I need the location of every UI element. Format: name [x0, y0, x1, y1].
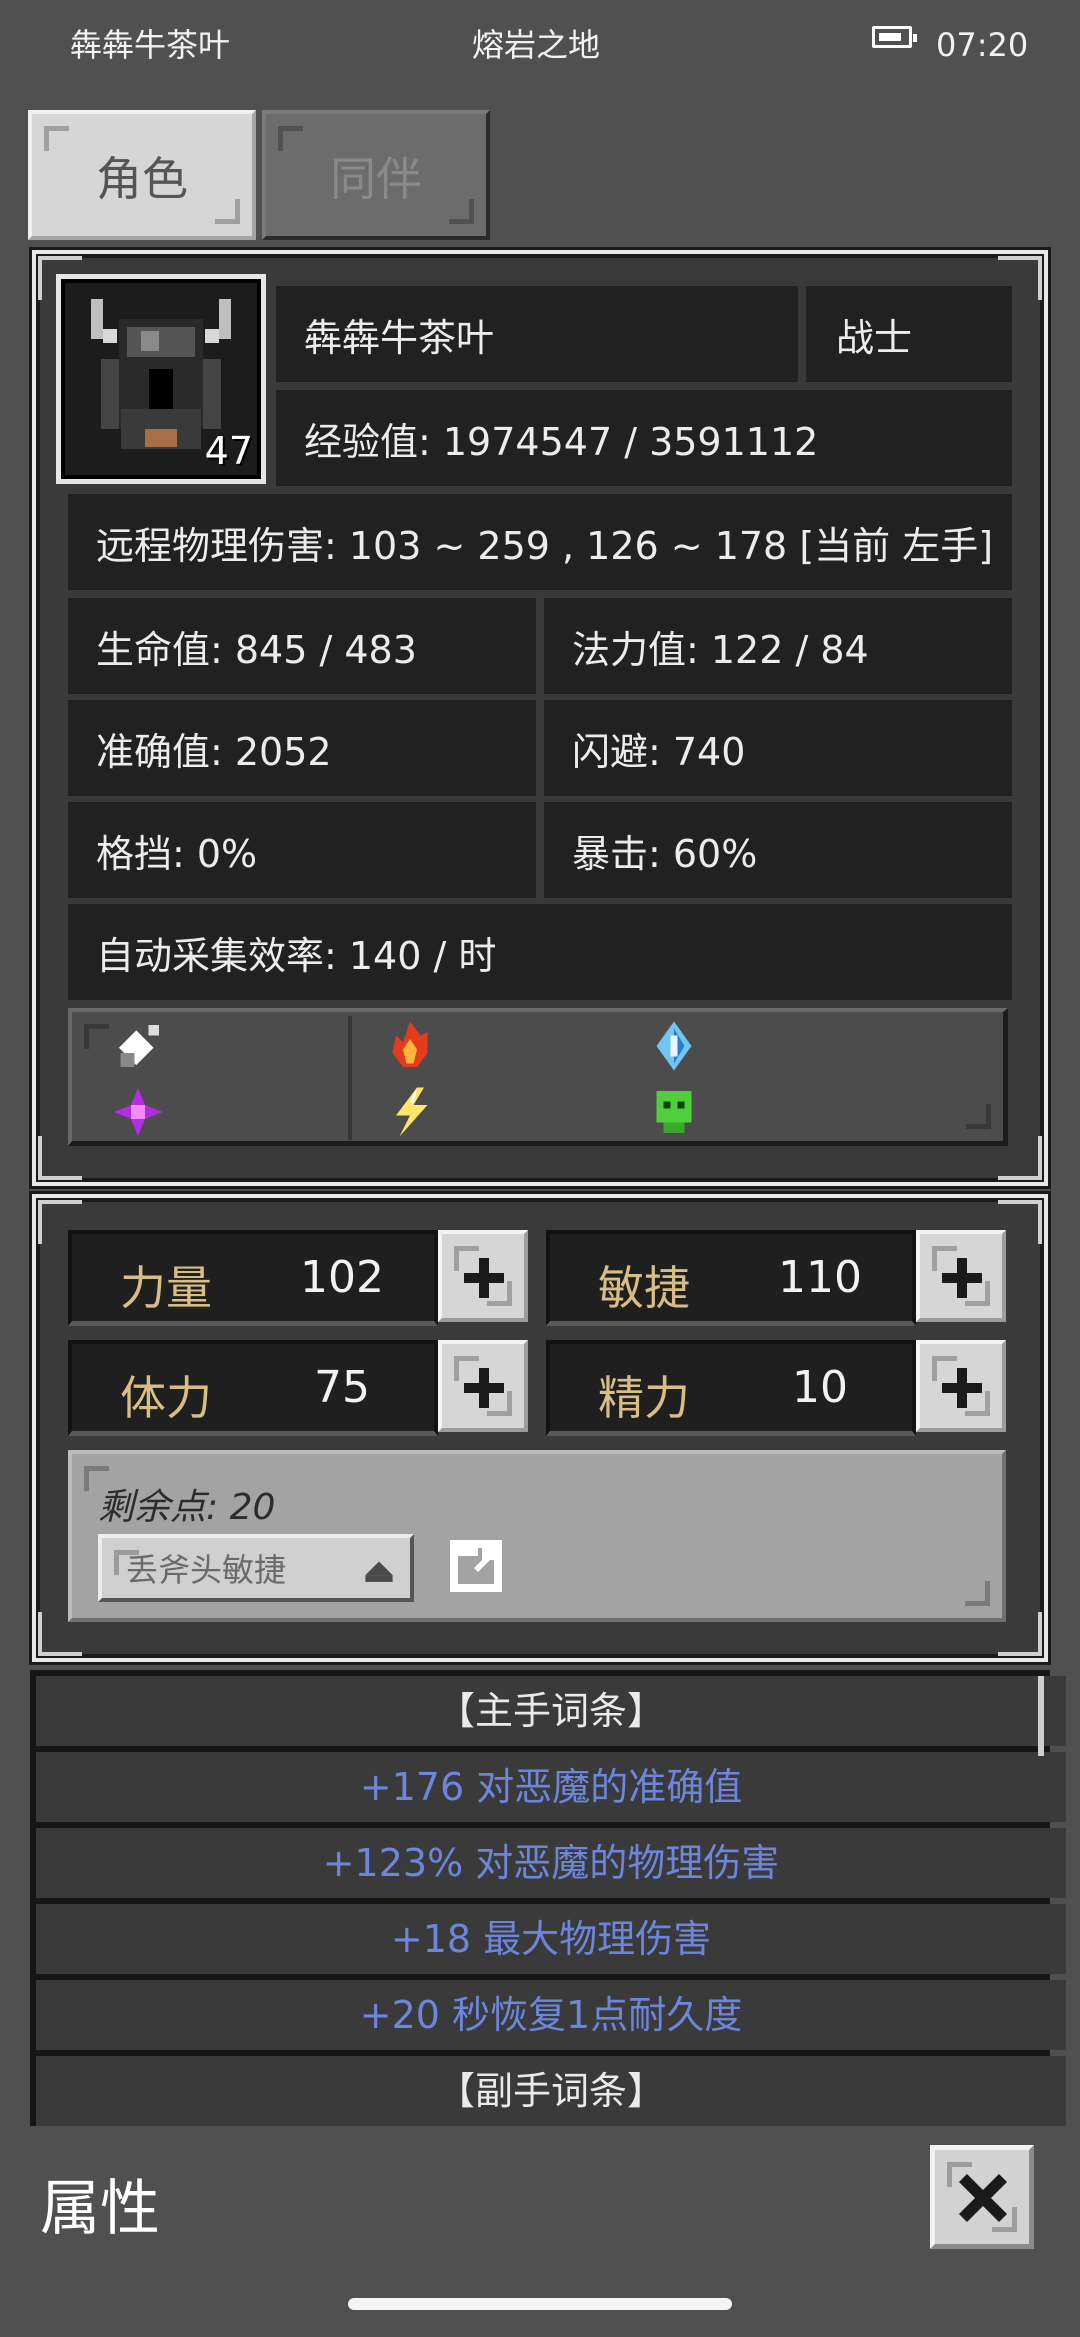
scrollbar[interactable] — [1038, 1676, 1044, 1756]
status-character-name: 犇犇牛茶叶 — [70, 26, 231, 64]
lightning-icon — [396, 1087, 428, 1137]
list-item: +176 对恶魔的准确值 — [36, 1752, 1066, 1822]
close-icon — [959, 2174, 1007, 2222]
block-value: 格挡: 0% — [68, 802, 536, 898]
poison-skull-icon — [656, 1091, 692, 1133]
add-strength-button[interactable] — [438, 1230, 528, 1322]
tab-character[interactable]: 角色 — [28, 110, 256, 240]
affix-list[interactable]: 【主手词条】 +176 对恶魔的准确值 +123% 对恶魔的物理伤害 +18 最… — [30, 1670, 1066, 2126]
battery-icon — [872, 26, 917, 48]
hp-value: 生命值: 845 / 483 — [68, 598, 536, 694]
stat-value: 75 — [314, 1362, 370, 1413]
stat-energy: 精力 10 — [546, 1340, 916, 1436]
ranged-damage: 远程物理伤害: 103 ~ 259 , 126 ~ 178 [当前 左手] — [68, 494, 1012, 590]
preset-dropdown[interactable]: 丢斧头敏捷 — [98, 1534, 414, 1602]
character-name: 犇犇牛茶叶 — [276, 286, 798, 382]
physical-sword-icon — [118, 1025, 159, 1067]
triangle-up-icon — [365, 1561, 393, 1582]
elemental-bar — [68, 1008, 1008, 1146]
home-indicator[interactable] — [348, 2298, 732, 2310]
accuracy-value: 准确值: 2052 — [68, 700, 536, 796]
list-item: +18 最大物理伤害 — [36, 1904, 1066, 1974]
mp-value: 法力值: 122 / 84 — [544, 598, 1012, 694]
page-title: 属性 — [40, 2174, 160, 2244]
preset-name: 丢斧头敏捷 — [126, 1551, 287, 1589]
gather-rate: 自动采集效率: 140 / 时 — [68, 904, 1012, 1000]
stat-value: 102 — [300, 1252, 384, 1303]
ice-icon — [656, 1021, 692, 1071]
list-item: +20 秒恢复1点耐久度 — [36, 1980, 1066, 2050]
add-energy-button[interactable] — [916, 1340, 1006, 1432]
tab-companion[interactable]: 同伴 — [262, 110, 490, 240]
status-location: 熔岩之地 — [472, 26, 601, 64]
close-button[interactable] — [930, 2145, 1034, 2249]
list-item: 【副手词条】 — [36, 2056, 1066, 2126]
stat-label: 敏捷 — [598, 1261, 690, 1315]
list-item: 【主手词条】 — [36, 1676, 1066, 1746]
arcane-icon — [113, 1087, 163, 1137]
add-agility-button[interactable] — [916, 1230, 1006, 1322]
stat-value: 10 — [792, 1362, 848, 1413]
remaining-points-panel: 剩余点: 20 丢斧头敏捷 — [68, 1450, 1006, 1622]
stat-label: 体力 — [120, 1371, 212, 1425]
stat-strength: 力量 102 — [68, 1230, 438, 1326]
dodge-value: 闪避: 740 — [544, 700, 1012, 796]
experience: 经验值: 1974547 / 3591112 — [276, 390, 1012, 486]
fire-icon — [392, 1021, 428, 1067]
add-stamina-button[interactable] — [438, 1340, 528, 1432]
level-badge: 47 — [204, 429, 253, 473]
avatar[interactable]: 47 — [56, 274, 266, 484]
character-class: 战士 — [806, 286, 1012, 382]
stat-agility: 敏捷 110 — [546, 1230, 916, 1326]
stat-label: 力量 — [120, 1261, 212, 1315]
divider — [348, 1016, 352, 1140]
stat-value: 110 — [778, 1252, 862, 1303]
remaining-points: 剩余点: 20 — [98, 1487, 276, 1528]
crit-value: 暴击: 60% — [544, 802, 1012, 898]
export-icon[interactable] — [450, 1540, 502, 1592]
list-item: +123% 对恶魔的物理伤害 — [36, 1828, 1066, 1898]
status-time: 07:20 — [936, 26, 1029, 64]
stat-stamina: 体力 75 — [68, 1340, 438, 1436]
stat-label: 精力 — [598, 1371, 690, 1425]
